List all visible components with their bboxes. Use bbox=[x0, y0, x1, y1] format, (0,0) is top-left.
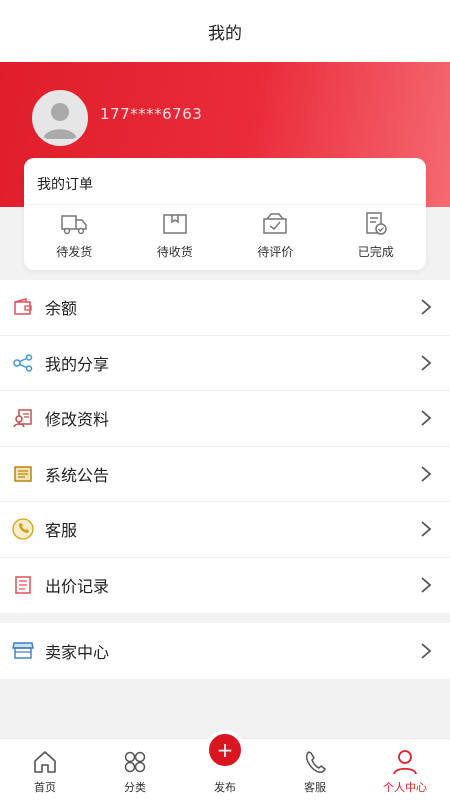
user-icon bbox=[390, 747, 420, 777]
menu-item-label: 客服 bbox=[45, 521, 78, 541]
avatar[interactable] bbox=[32, 90, 88, 146]
edit-profile-icon bbox=[12, 407, 34, 429]
list-icon bbox=[12, 574, 34, 596]
order-pending-review[interactable]: 待评价 bbox=[225, 210, 326, 268]
tab-label: 首页 bbox=[34, 781, 56, 794]
chevron-right-icon bbox=[421, 299, 432, 315]
menu-item-label: 余额 bbox=[45, 299, 78, 319]
category-icon bbox=[120, 747, 150, 777]
chevron-right-icon bbox=[421, 355, 432, 371]
tab-profile[interactable]: 个人中心 bbox=[360, 739, 450, 800]
order-pending-receipt[interactable]: 待收货 bbox=[125, 210, 226, 268]
menu-item-my-share[interactable]: 我的分享 bbox=[0, 336, 450, 391]
orders-divider bbox=[24, 204, 426, 205]
order-completed[interactable]: 已完成 bbox=[326, 210, 427, 268]
menu-item-label: 我的分享 bbox=[45, 354, 110, 374]
tab-home[interactable]: 首页 bbox=[0, 739, 90, 800]
menu-item-bid-history[interactable]: 出价记录 bbox=[0, 558, 450, 614]
publish-button[interactable]: + bbox=[205, 730, 245, 770]
tab-label: 个人中心 bbox=[383, 781, 427, 794]
order-status-row: 待发货 待收货 待评价 已完成 bbox=[24, 210, 426, 268]
truck-icon bbox=[59, 210, 89, 238]
menu-item-announcement[interactable]: 系统公告 bbox=[0, 447, 450, 502]
order-pending-shipment-label: 待发货 bbox=[56, 245, 93, 259]
chevron-right-icon bbox=[421, 521, 432, 537]
notice-icon bbox=[12, 463, 34, 485]
plus-icon: + bbox=[216, 738, 234, 762]
menu-item-label: 修改资料 bbox=[45, 410, 110, 430]
menu-item-label: 出价记录 bbox=[45, 577, 110, 597]
tab-label: 发布 bbox=[214, 781, 236, 794]
menu-item-balance[interactable]: 余额 bbox=[0, 280, 450, 336]
chevron-right-icon bbox=[421, 577, 432, 593]
review-icon bbox=[260, 210, 290, 238]
store-icon bbox=[12, 640, 34, 662]
chevron-right-icon bbox=[421, 643, 432, 659]
tab-label: 分类 bbox=[124, 781, 146, 794]
menu-item-seller-center[interactable]: 卖家中心 bbox=[0, 623, 450, 679]
share-icon bbox=[12, 352, 34, 374]
order-pending-receipt-label: 待收货 bbox=[156, 245, 193, 259]
user-phone: 177****6763 bbox=[100, 105, 203, 123]
completed-icon bbox=[361, 210, 391, 238]
orders-title[interactable]: 我的订单 bbox=[37, 174, 93, 194]
avatar-placeholder-icon bbox=[35, 93, 85, 143]
chevron-right-icon bbox=[421, 410, 432, 426]
top-bar: 我的 bbox=[0, 0, 450, 62]
tab-service[interactable]: 客服 bbox=[270, 739, 360, 800]
wallet-icon bbox=[12, 296, 34, 318]
tab-label: 客服 bbox=[304, 781, 326, 794]
phone-icon bbox=[12, 518, 34, 540]
service-icon bbox=[300, 747, 330, 777]
order-pending-review-label: 待评价 bbox=[257, 245, 294, 259]
menu-item-label: 卖家中心 bbox=[45, 643, 110, 662]
tab-category[interactable]: 分类 bbox=[90, 739, 180, 800]
menu-item-customer-service[interactable]: 客服 bbox=[0, 502, 450, 558]
order-pending-shipment[interactable]: 待发货 bbox=[24, 210, 125, 268]
home-icon bbox=[30, 747, 60, 777]
package-icon bbox=[160, 210, 190, 238]
chevron-right-icon bbox=[421, 466, 432, 482]
order-completed-label: 已完成 bbox=[357, 245, 394, 259]
my-orders-card: 我的订单 待发货 待收货 待评价 已完成 bbox=[24, 158, 426, 270]
settings-menu: 余额 我的分享 修改资料 系统公告 客服 出价记录 bbox=[0, 280, 450, 613]
menu-item-label: 系统公告 bbox=[45, 465, 110, 485]
menu-item-edit-profile[interactable]: 修改资料 bbox=[0, 391, 450, 447]
page-title: 我的 bbox=[208, 23, 242, 44]
